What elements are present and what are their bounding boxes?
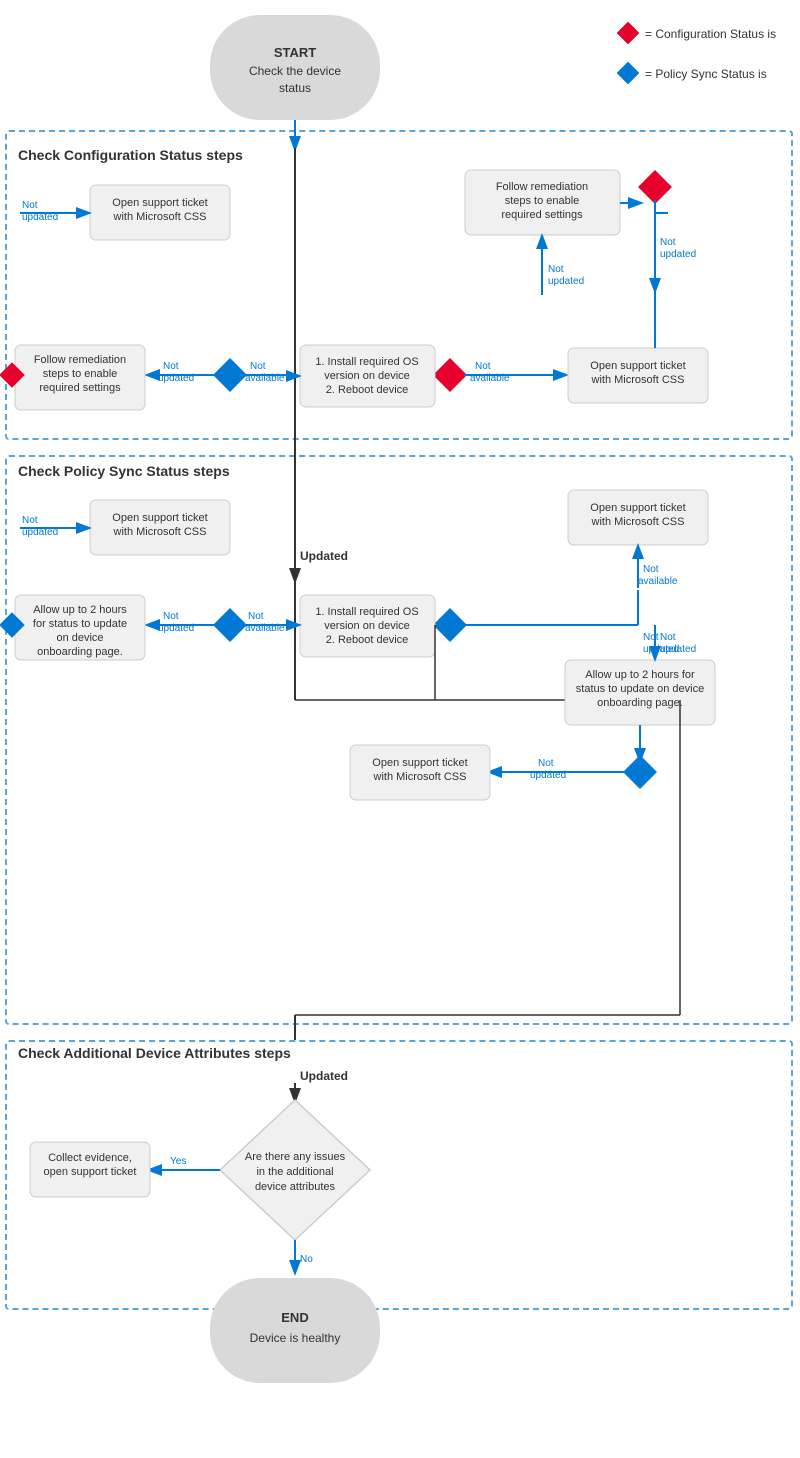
start-label1: START — [274, 45, 316, 60]
start-label3: status — [279, 81, 311, 95]
legend-policy-label: = Policy Sync Status is — [645, 67, 767, 81]
end-label1: END — [281, 1310, 308, 1325]
section2-border — [5, 455, 793, 1025]
start-label2: Check the device — [249, 64, 341, 78]
legend-config-label: = Configuration Status is — [645, 27, 776, 41]
section1-border — [5, 130, 793, 440]
section3-border — [5, 1040, 793, 1310]
end-label2: Device is healthy — [250, 1331, 341, 1345]
